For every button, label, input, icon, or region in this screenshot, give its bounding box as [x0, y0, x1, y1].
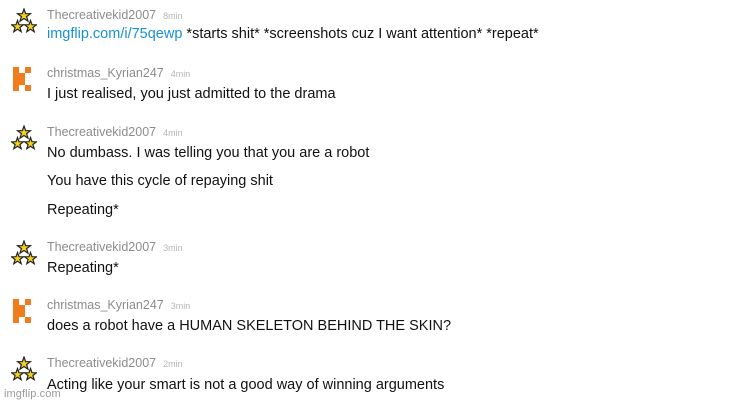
comment-text: No dumbass. I was telling you that you a…	[47, 145, 370, 161]
comment-text: I just realised, you just admitted to th…	[47, 86, 336, 102]
comment-username[interactable]: christmas_Kyrian247	[47, 298, 164, 312]
imgflip-watermark: imgflip.com	[4, 388, 61, 400]
comment-time: 2min	[163, 359, 183, 369]
comment-link[interactable]: imgflip.com/i/75qewp	[47, 26, 182, 42]
comment-text: does a robot have a HUMAN SKELETON BEHIN…	[47, 318, 452, 334]
comment-username[interactable]: Thecreativekid2007	[47, 240, 156, 254]
comment-time: 3min	[170, 301, 191, 311]
comment-text-rest: *starts shit* *screenshots cuz I want at…	[182, 26, 539, 42]
comment-header: Thecreativekid2007 4min	[47, 125, 183, 140]
stars-avatar-icon[interactable]	[11, 125, 37, 151]
stars-avatar-icon[interactable]	[11, 8, 37, 34]
comment-username[interactable]: Thecreativekid2007	[47, 356, 156, 370]
comment-feed: Thecreativekid2007 8min imgflip.com/i/75q…	[0, 0, 729, 403]
comment-header: christmas_Kyrian247 4min	[47, 66, 190, 81]
comment-header: Thecreativekid2007 8min	[47, 8, 183, 23]
comment-username[interactable]: Thecreativekid2007	[47, 8, 156, 22]
comment-time: 4min	[163, 128, 183, 138]
comment-time: 8min	[163, 11, 183, 21]
comment-header: Thecreativekid2007 2min	[47, 356, 183, 371]
orange-k-avatar-icon[interactable]	[11, 66, 37, 92]
comment-time: 4min	[170, 69, 191, 79]
comment-text: Repeating*	[47, 260, 119, 276]
comment-username[interactable]: Thecreativekid2007	[47, 125, 156, 139]
comment-header: christmas_Kyrian247 3min	[47, 298, 190, 313]
comment-text: imgflip.com/i/75qewp *starts shit* *scre…	[47, 26, 539, 43]
stars-avatar-icon[interactable]	[11, 240, 37, 266]
orange-k-avatar-icon[interactable]	[11, 298, 37, 324]
comment-text: You have this cycle of repaying shit	[47, 173, 273, 189]
comment-time: 3min	[163, 243, 183, 253]
comment-text: Acting like your smart is not a good way…	[47, 377, 445, 393]
comment-username[interactable]: christmas_Kyrian247	[47, 66, 164, 80]
comment-header: Thecreativekid2007 3min	[47, 240, 183, 255]
comment-text: Repeating*	[47, 202, 119, 218]
stars-avatar-icon[interactable]	[11, 356, 37, 382]
